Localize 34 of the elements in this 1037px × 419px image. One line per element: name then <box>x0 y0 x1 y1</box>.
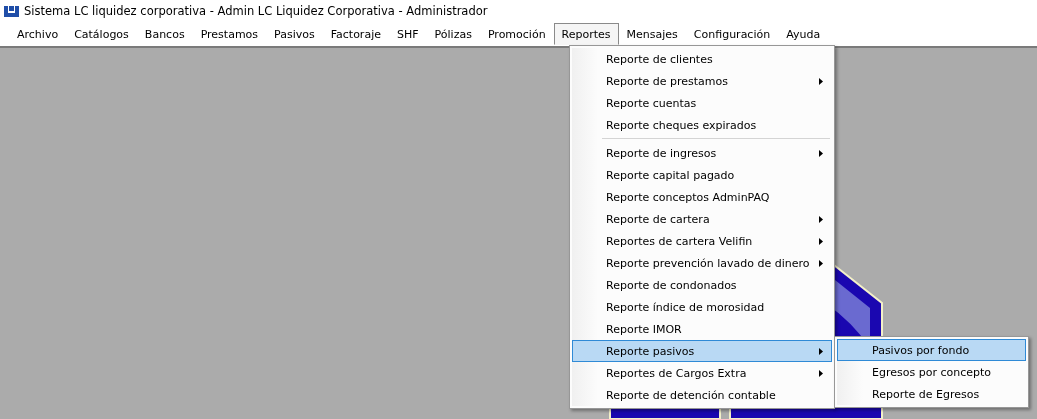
menu-item[interactable]: Archivo <box>9 23 67 45</box>
menu-item[interactable]: Reportes de cartera Velifin <box>572 230 832 252</box>
menu-item[interactable]: Reporte cheques expirados <box>572 114 832 136</box>
menu-item[interactable]: Reporte de condonados <box>572 274 832 296</box>
menu-item[interactable]: Configuración <box>685 23 779 45</box>
menu-item[interactable]: Ayuda <box>778 23 829 45</box>
menu-item[interactable]: Pasivos por fondo <box>837 339 1026 361</box>
menu-item[interactable]: Reportes de Cargos Extra <box>572 362 832 384</box>
menu-item[interactable]: Factoraje <box>322 23 389 45</box>
app-icon <box>4 5 19 17</box>
menu-item[interactable]: Reporte de clientes <box>572 48 832 70</box>
menu-item[interactable]: Pasivos <box>266 23 323 45</box>
menu-item[interactable]: Reporte pasivos <box>572 340 832 362</box>
menu-item[interactable]: Reporte de ingresos <box>572 142 832 164</box>
menu-item[interactable]: Reportes <box>553 23 619 45</box>
menu-item[interactable]: SHF <box>388 23 427 45</box>
window-title: Sistema LC liquidez corporativa - Admin LC Liquidez Corporativa - Administrador <box>24 4 488 18</box>
menu-item[interactable]: Reporte conceptos AdminPAQ <box>572 186 832 208</box>
menu-item[interactable]: Reporte índice de morosidad <box>572 296 832 318</box>
menu-item[interactable]: Catálogos <box>66 23 137 45</box>
menu-item[interactable]: Mensajes <box>618 23 686 45</box>
menu-item[interactable]: Promoción <box>479 23 554 45</box>
menu-item[interactable]: Prestamos <box>192 23 267 45</box>
menu-item[interactable]: Reporte de Egresos <box>837 383 1026 405</box>
menu-item[interactable]: Reporte IMOR <box>572 318 832 340</box>
menu-item[interactable]: Bancos <box>136 23 193 45</box>
menu-item[interactable]: Reporte de detención contable <box>572 384 832 406</box>
menu-item[interactable]: Egresos por concepto <box>837 361 1026 383</box>
menu-item[interactable]: Pólizas <box>426 23 480 45</box>
menu-item[interactable]: Reporte prevención lavado de dinero <box>572 252 832 274</box>
menu-item[interactable]: Reporte cuentas <box>572 92 832 114</box>
menu-item[interactable]: Reporte de prestamos <box>572 70 832 92</box>
menu-item[interactable]: Reporte de cartera <box>572 208 832 230</box>
menu-item[interactable]: Reporte capital pagado <box>572 164 832 186</box>
